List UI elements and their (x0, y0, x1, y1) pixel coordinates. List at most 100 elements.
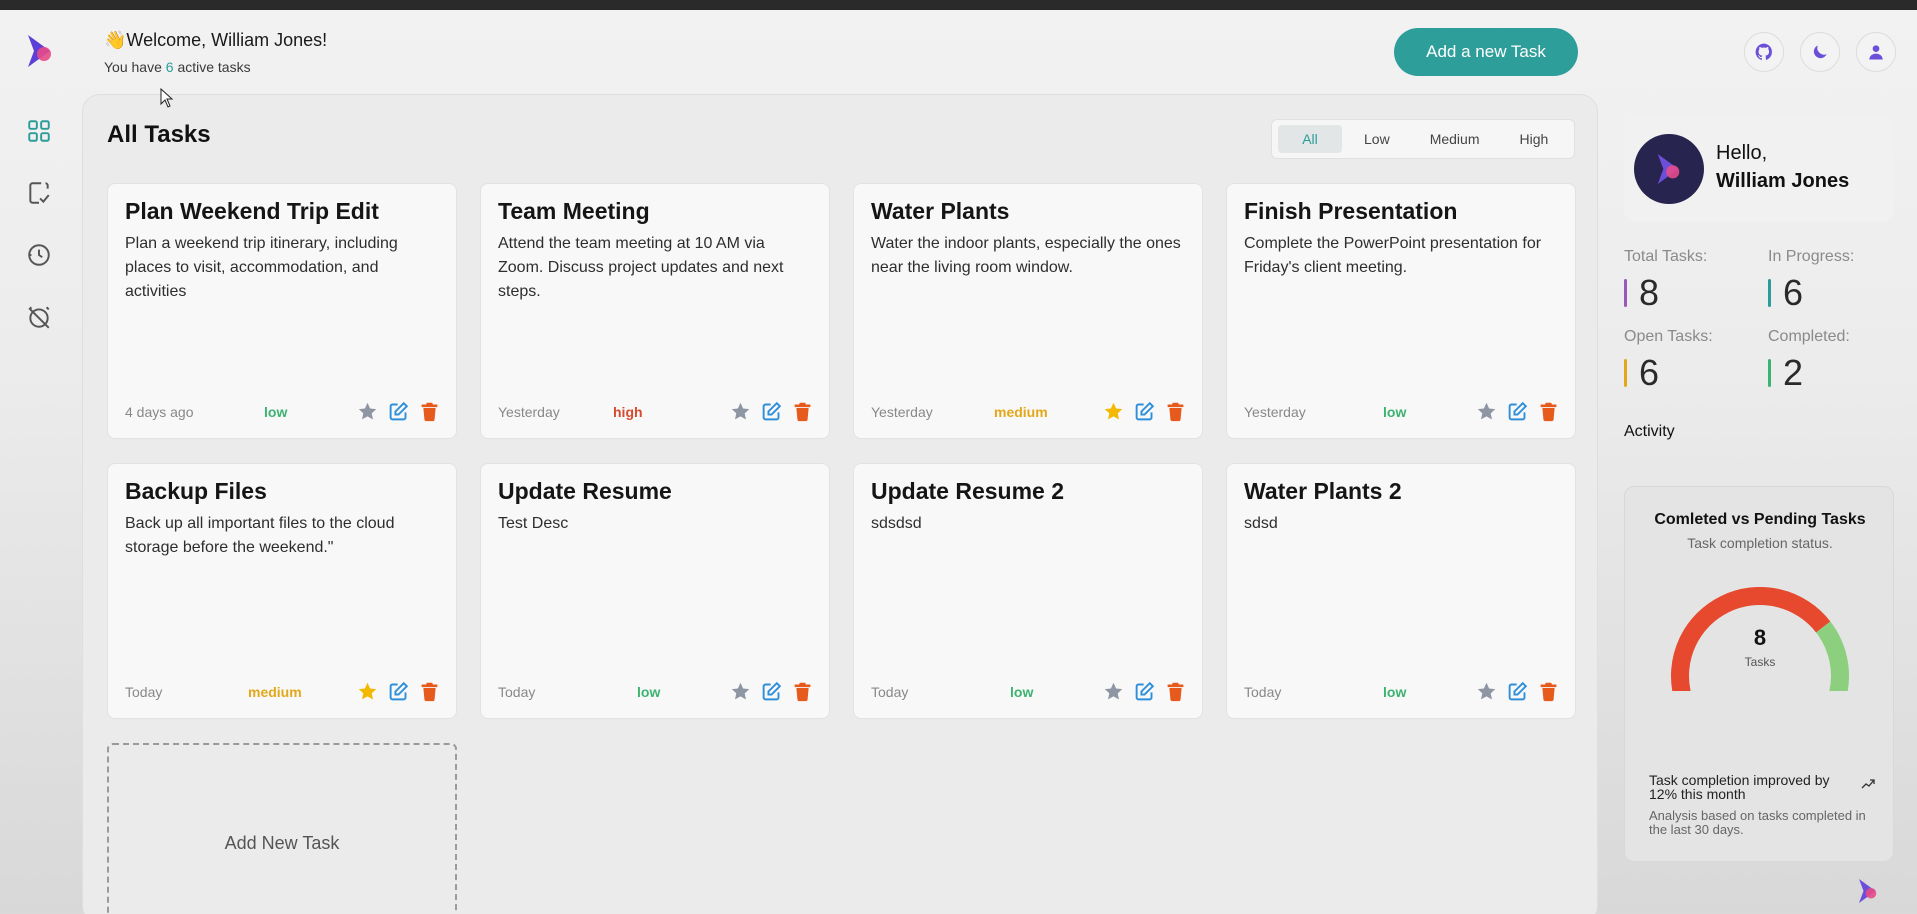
stat-value: 8 (1639, 272, 1660, 313)
trash-icon[interactable] (792, 401, 813, 422)
wave-emoji: 👋 (104, 30, 127, 50)
edit-icon[interactable] (1507, 681, 1528, 702)
star-icon[interactable] (1476, 401, 1497, 422)
grid-icon[interactable] (26, 118, 52, 144)
filter-medium[interactable]: Medium (1412, 125, 1498, 153)
user-icon (1869, 45, 1883, 60)
star-icon[interactable] (730, 401, 751, 422)
edit-icon[interactable] (1134, 401, 1155, 422)
star-icon[interactable] (1103, 401, 1124, 422)
task-actions (1103, 681, 1186, 702)
task-priority: medium (994, 404, 1048, 420)
add-new-task-card[interactable]: Add New Task (107, 743, 457, 914)
alarm-off-icon[interactable] (26, 304, 52, 330)
activity-heading: Activity (1624, 423, 1675, 440)
mouse-cursor-icon (160, 88, 174, 108)
brand-logo-icon (1657, 154, 1680, 184)
task-date: Yesterday (1244, 404, 1306, 420)
task-card[interactable]: Update Resume 2 sdsdsd Today low (853, 463, 1203, 719)
filter-high[interactable]: High (1501, 125, 1566, 153)
task-card[interactable]: Team Meeting Attend the team meeting at 1… (480, 183, 830, 439)
filter-low[interactable]: Low (1346, 125, 1408, 153)
clock-icon[interactable] (26, 242, 52, 268)
edit-icon[interactable] (761, 401, 782, 422)
hello-text: Hello, (1716, 142, 1768, 164)
app-logo-icon[interactable] (24, 32, 56, 70)
task-card[interactable]: Water Plants Water the indoor plants, esp… (853, 183, 1203, 439)
page-title: All Tasks (107, 121, 211, 148)
task-card[interactable]: Backup Files Back up all important files … (107, 463, 457, 719)
add-task-button[interactable]: Add a new Task (1394, 28, 1578, 76)
task-description: Plan a weekend trip itinerary, including… (125, 235, 398, 300)
task-title: Update Resume (498, 478, 672, 504)
star-icon[interactable] (357, 401, 378, 422)
task-date: Today (1244, 684, 1282, 700)
task-priority: medium (248, 684, 302, 700)
task-actions (357, 681, 440, 702)
priority-filter-tabs: All Low Medium High (1271, 119, 1575, 159)
task-actions (730, 401, 813, 422)
star-icon[interactable] (357, 681, 378, 702)
trash-icon[interactable] (419, 401, 440, 422)
task-title: Finish Presentation (1244, 198, 1458, 224)
trash-icon[interactable] (1538, 681, 1559, 702)
greeting: 👋Welcome, William Jones! You have 6 acti… (104, 30, 327, 75)
profile-button[interactable] (1856, 32, 1896, 72)
task-card[interactable]: Water Plants 2 sdsd Today low (1226, 463, 1576, 719)
stat-completed: Completed: 2 (1768, 328, 1898, 394)
edit-icon[interactable] (388, 401, 409, 422)
task-card[interactable]: Plan Weekend Trip Edit Plan a weekend tri… (107, 183, 457, 439)
github-icon (1755, 43, 1772, 60)
star-icon[interactable] (730, 681, 751, 702)
welcome-text: Welcome, William Jones! (126, 30, 328, 50)
stat-value: 6 (1639, 352, 1660, 393)
task-description: Attend the team meeting at 10 AM via Zoo… (498, 235, 784, 300)
trash-icon[interactable] (1165, 401, 1186, 422)
chart-title: Comleted vs Pending Tasks (1654, 511, 1866, 528)
task-priority: low (1383, 404, 1407, 420)
completion-chart-card: Comleted vs Pending Tasks Task completio… (1624, 486, 1894, 862)
stat-value: 6 (1783, 272, 1804, 313)
task-date: Yesterday (498, 404, 560, 420)
task-title: Backup Files (125, 478, 267, 504)
chart-footer: Task completion improved by 12% this mon… (1649, 772, 1830, 802)
chart-note: Analysis based on tasks completed in the… (1649, 808, 1866, 837)
tasks-panel: All Tasks All Low Medium High Plan Weeke… (82, 94, 1598, 914)
task-actions (1476, 681, 1559, 702)
task-date: Today (498, 684, 536, 700)
task-title: Plan Weekend Trip Edit (125, 198, 379, 224)
task-card[interactable]: Finish Presentation Complete the PowerPoi… (1226, 183, 1576, 439)
window-top-strip (0, 0, 1917, 10)
edit-icon[interactable] (761, 681, 782, 702)
trash-icon[interactable] (1165, 681, 1186, 702)
trash-icon[interactable] (419, 681, 440, 702)
github-button[interactable] (1744, 32, 1784, 72)
stat-label: Completed: (1768, 328, 1850, 345)
stat-total-tasks: Total Tasks: 8 (1624, 248, 1754, 314)
task-actions (1103, 401, 1186, 422)
task-priority: high (613, 404, 643, 420)
filter-all[interactable]: All (1278, 125, 1342, 153)
task-actions (730, 681, 813, 702)
avatar[interactable] (1634, 134, 1704, 204)
edit-icon[interactable] (1507, 401, 1528, 422)
task-description: Water the indoor plants, especially the … (871, 235, 1181, 276)
stat-open-tasks: Open Tasks: 6 (1624, 328, 1754, 394)
theme-toggle-button[interactable] (1800, 32, 1840, 72)
gauge-center-value: 8 (1753, 625, 1767, 650)
task-actions (357, 401, 440, 422)
task-title: Update Resume 2 (871, 478, 1065, 504)
trash-icon[interactable] (792, 681, 813, 702)
checklist-icon[interactable] (26, 180, 52, 206)
task-description: sdsdsd (871, 515, 922, 532)
task-card[interactable]: Update Resume Test Desc Today low (480, 463, 830, 719)
stat-label: Total Tasks: (1624, 248, 1708, 265)
trash-icon[interactable] (1538, 401, 1559, 422)
edit-icon[interactable] (388, 681, 409, 702)
footer-logo-icon (1859, 879, 1877, 903)
star-icon[interactable] (1103, 681, 1124, 702)
edit-icon[interactable] (1134, 681, 1155, 702)
star-icon[interactable] (1476, 681, 1497, 702)
task-description: Back up all important files to the cloud… (125, 515, 395, 556)
left-sidebar (0, 10, 80, 914)
